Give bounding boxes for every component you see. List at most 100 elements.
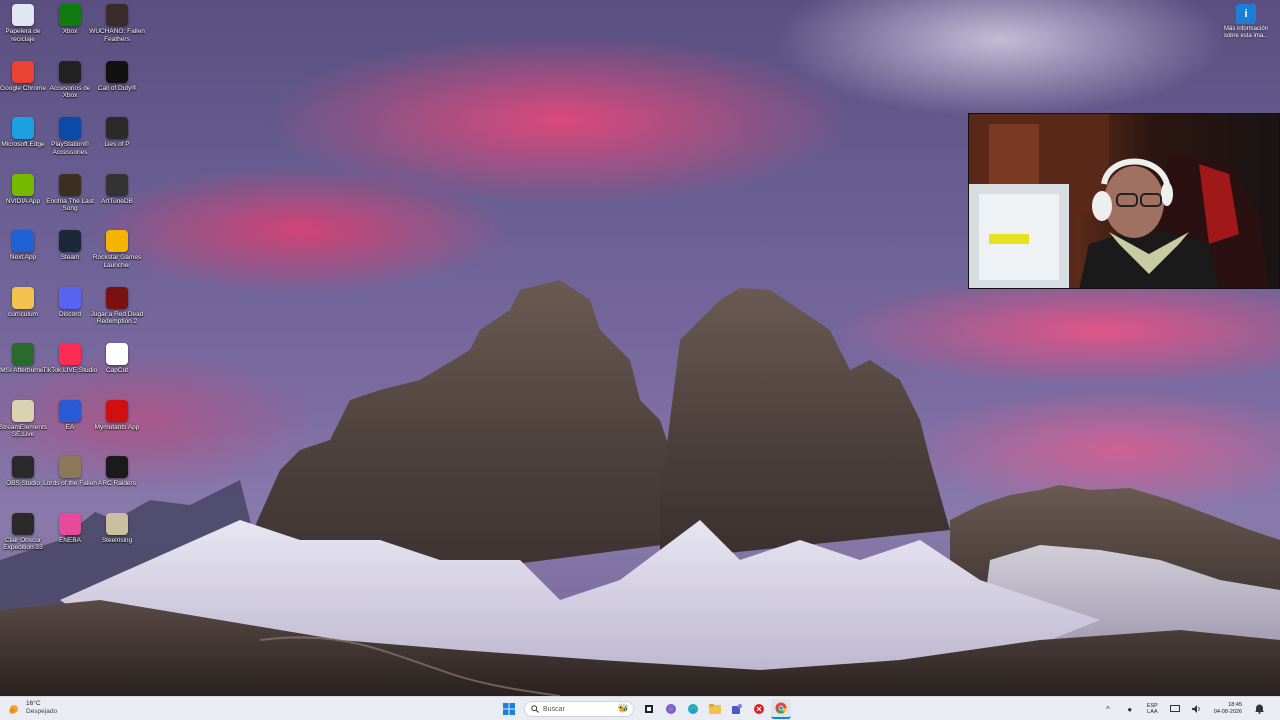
game-icon: [106, 456, 128, 478]
teams-icon: [732, 704, 742, 714]
taskbar-chrome[interactable]: [771, 699, 791, 719]
app-icon: [12, 230, 34, 252]
desktop-shortcut[interactable]: ArtTuneDB: [92, 173, 142, 228]
recycle-bin-icon: [12, 4, 34, 26]
desktop-shortcut[interactable]: Call of Duty®: [92, 60, 142, 115]
search-icon: [531, 705, 539, 713]
game-icon: [106, 286, 128, 309]
desktop-shortcut[interactable]: Xbox: [45, 4, 95, 58]
taskbar-task-view[interactable]: [639, 699, 659, 719]
speaker-icon: [1191, 705, 1200, 713]
copilot-icon: [666, 704, 676, 714]
xbox-controller-icon: [59, 60, 81, 83]
nvidia-icon: [12, 173, 34, 196]
app-icon: [106, 399, 128, 422]
desktop-shortcut[interactable]: ENEBA: [45, 512, 95, 567]
desktop-shortcut[interactable]: ARC Raiders: [92, 456, 142, 510]
desktop-shortcut[interactable]: Enotria The Last Song: [45, 173, 95, 228]
webcam-feed: [969, 114, 1269, 288]
desktop-shortcut[interactable]: Mymutants App: [92, 399, 142, 454]
monitor-network-icon: [1169, 705, 1180, 712]
game-icon: [59, 173, 81, 196]
taskbar-file-explorer[interactable]: [705, 699, 725, 719]
edge-icon: [12, 117, 34, 139]
clock-date: 04-08-2026: [1213, 709, 1242, 715]
desktop-shortcut[interactable]: OBS Studio: [0, 456, 48, 510]
desktop-shortcut[interactable]: Rockstar Games Launcher: [92, 230, 142, 284]
desktop-shortcut[interactable]: Steam: [45, 230, 95, 284]
taskbar-copilot[interactable]: [661, 699, 681, 719]
desktop-shortcut[interactable]: CapCut: [92, 343, 142, 397]
desktop-shortcut[interactable]: WUCHANG: Fallen Feathers: [89, 4, 145, 58]
rockstar-icon: [106, 230, 128, 252]
desktop-shortcut-label: Rockstar Games Launcher: [92, 254, 142, 269]
desktop-wallpaper: [0, 0, 1280, 696]
desktop-shortcut[interactable]: Accesorios de Xbox: [45, 60, 95, 115]
info-shortcut-label: Más información sobre esta ima...: [1223, 26, 1269, 39]
game-icon: [106, 512, 128, 535]
desktop-shortcut-label: CapCut: [105, 367, 129, 374]
show-hidden-icons[interactable]: ^: [1098, 699, 1118, 719]
taskbar-teams[interactable]: [727, 699, 747, 719]
desktop-shortcut-label: Lies of P: [104, 141, 130, 148]
notifications-button[interactable]: [1249, 699, 1269, 719]
language-indicator[interactable]: ESP LAA: [1147, 703, 1158, 716]
desktop-info-shortcut[interactable]: i Más información sobre esta ima...: [1220, 4, 1272, 40]
tray-volume[interactable]: [1187, 699, 1207, 719]
desktop-shortcut[interactable]: Steelrising: [92, 512, 142, 567]
xbox-icon: [59, 4, 81, 26]
taskbar-search[interactable]: 🐝: [524, 701, 634, 717]
taskbar-app-red[interactable]: [749, 699, 769, 719]
app-icon: [754, 704, 764, 714]
desktop-shortcut[interactable]: Jugar a Red Dead Redemption 2: [90, 286, 144, 341]
info-icon: i: [1236, 4, 1256, 24]
desktop-shortcut[interactable]: NVIDIA App: [0, 173, 48, 228]
desktop-shortcut[interactable]: TikTok LIVE Studio: [43, 343, 97, 397]
taskbar: 16°C Despejado 🐝: [0, 696, 1280, 720]
desktop-shortcut-label: Jugar a Red Dead Redemption 2: [90, 310, 144, 326]
desktop-shortcut[interactable]: Clair Obscur Expedition 33: [0, 512, 48, 567]
desktop-shortcut[interactable]: MSI Afterburner: [0, 343, 48, 397]
desktop-shortcut[interactable]: curriculum: [0, 286, 48, 341]
desktop-shortcut[interactable]: Microsoft Edge: [0, 117, 48, 171]
desktop-shortcut[interactable]: Lords of the Fallen: [43, 456, 97, 510]
system-clock[interactable]: 18:45 04-08-2026: [1214, 702, 1242, 716]
bell-icon: [1254, 704, 1264, 714]
tiktok-icon: [59, 343, 81, 365]
chevron-up-icon: ^: [1105, 704, 1110, 714]
desktop-shortcut[interactable]: EA: [45, 399, 95, 454]
playstation-icon: [59, 117, 81, 139]
desktop-shortcut[interactable]: Next App: [0, 230, 48, 284]
location-pin-icon: ●: [1127, 704, 1133, 714]
app-icon: [106, 173, 128, 196]
game-icon: [59, 456, 81, 478]
desktop-shortcut[interactable]: Lies of P: [92, 117, 142, 171]
steam-icon: [59, 230, 81, 252]
ea-icon: [59, 399, 81, 422]
weather-widget[interactable]: 16°C Despejado: [8, 700, 57, 716]
tray-location[interactable]: ●: [1120, 699, 1140, 719]
desktop-shortcut[interactable]: Papelera de reciclaje: [0, 4, 48, 58]
desktop-shortcut[interactable]: Google Chrome: [0, 60, 48, 115]
game-icon: [12, 512, 34, 535]
desktop-shortcut[interactable]: StreamElements SE.Live: [0, 399, 48, 454]
tray-network[interactable]: [1165, 699, 1185, 719]
desktop-shortcut-label: ARC Raiders: [98, 480, 136, 487]
desktop-shortcut[interactable]: PlayStation® Accessories: [45, 117, 95, 171]
system-tray: ^ ● ESP LAA 18:45 04-08-2026: [1097, 699, 1270, 719]
start-button[interactable]: [499, 699, 519, 719]
clock-time: 18:45: [1228, 702, 1242, 708]
desktop-shortcut[interactable]: Discord: [45, 286, 95, 341]
desktop-shortcut-label: Steelrising: [101, 536, 133, 544]
taskbar-edge[interactable]: [683, 699, 703, 719]
weather-sun-icon: [9, 705, 18, 714]
keyboard-layout: LAA: [1147, 709, 1158, 715]
game-icon: [106, 60, 128, 83]
search-highlight-icon: 🐝: [617, 703, 629, 713]
search-input[interactable]: [543, 705, 613, 713]
task-view-icon: [645, 705, 653, 713]
desktop-shortcut-label: WUCHANG: Fallen Feathers: [89, 28, 145, 43]
game-icon: [106, 4, 128, 26]
weather-description: Despejado: [26, 708, 58, 715]
afterburner-icon: [12, 343, 34, 365]
